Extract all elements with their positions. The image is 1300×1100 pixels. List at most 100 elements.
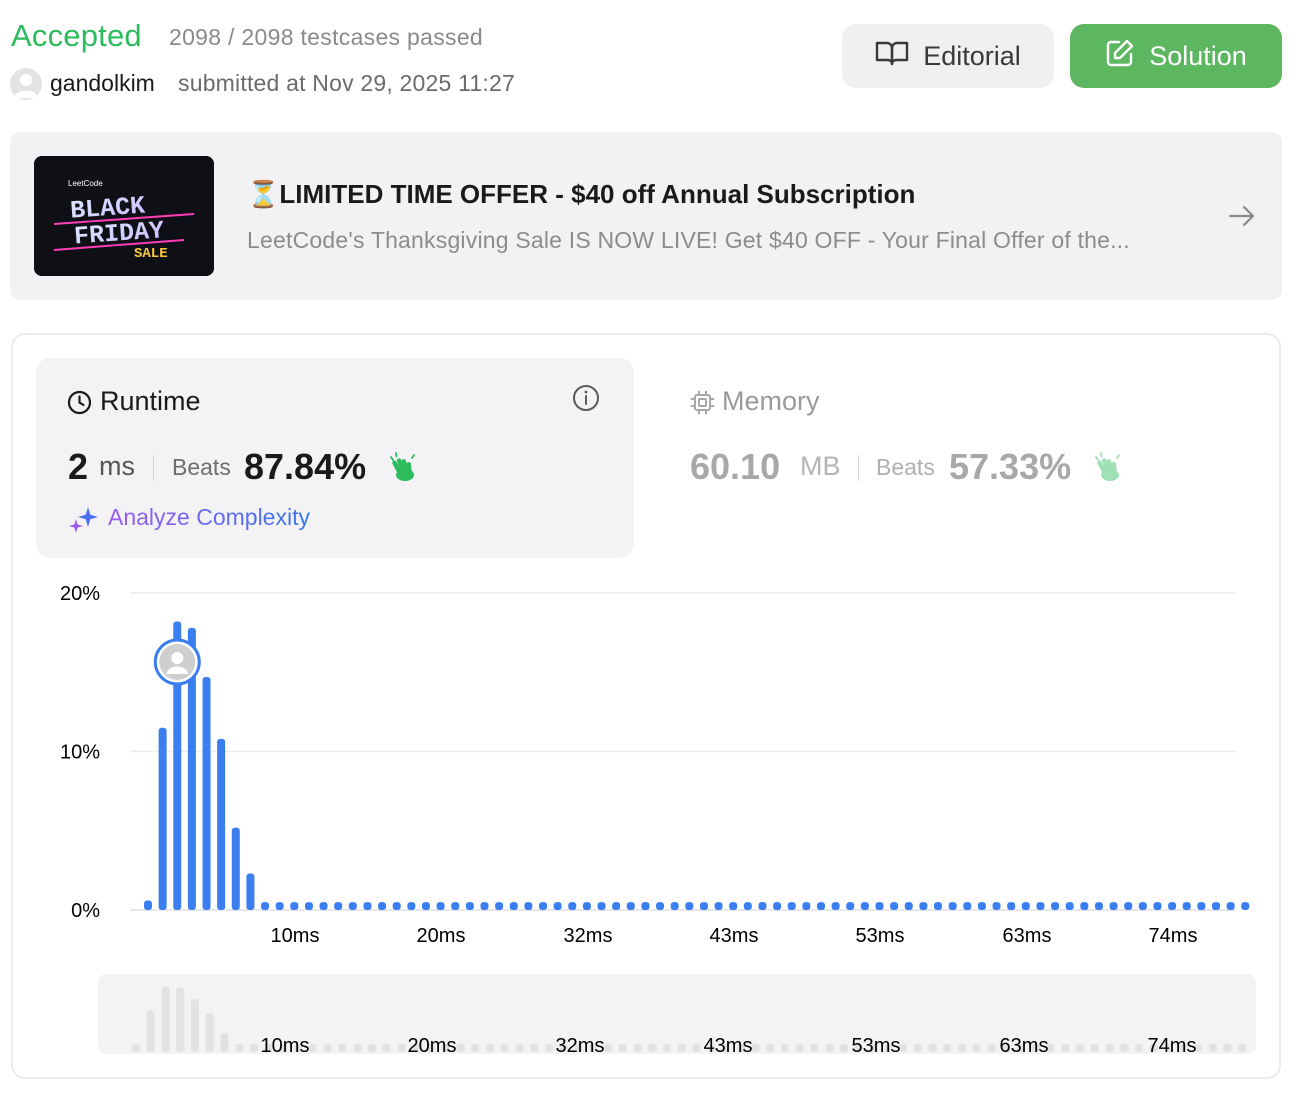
runtime-bar[interactable] [1211,902,1220,910]
runtime-bar[interactable] [1241,902,1250,910]
runtime-bar[interactable] [729,902,738,910]
runtime-bar[interactable] [685,902,694,910]
runtime-unit: ms [99,451,135,481]
runtime-bar[interactable] [670,902,679,910]
runtime-bar[interactable] [1197,902,1206,910]
runtime-bar[interactable] [904,902,913,910]
runtime-bar[interactable] [1007,902,1016,910]
runtime-bar[interactable] [334,902,343,910]
arrow-right-icon[interactable] [1226,200,1258,237]
runtime-bar[interactable] [378,902,387,910]
memory-tab[interactable]: Memory [722,386,820,417]
runtime-bar[interactable] [495,902,504,910]
username[interactable]: gandolkim [50,70,155,97]
runtime-bar[interactable] [568,902,577,910]
overview-chart[interactable]: 10ms 20ms 32ms 43ms 53ms 63ms 74ms [0,970,1300,1060]
runtime-bar[interactable] [1109,902,1118,910]
runtime-bar[interactable] [656,902,665,910]
promo-title[interactable]: ⏳LIMITED TIME OFFER - $40 off Annual Sub… [247,179,915,210]
runtime-bar[interactable] [319,902,328,910]
user-position-marker[interactable] [153,638,201,686]
runtime-bar[interactable] [1226,902,1235,910]
runtime-bar[interactable] [1124,902,1133,910]
divider [858,455,859,481]
runtime-bar[interactable] [992,902,1001,910]
runtime-bar[interactable] [407,902,416,910]
runtime-bar[interactable] [1168,902,1177,910]
runtime-bar[interactable] [158,727,167,910]
runtime-bar[interactable] [977,902,986,910]
runtime-bar[interactable] [1182,902,1191,910]
runtime-bar[interactable] [948,902,957,910]
runtime-bar[interactable] [524,902,533,910]
runtime-bar[interactable] [875,902,884,910]
runtime-bar[interactable] [758,902,767,910]
runtime-bar[interactable] [436,902,445,910]
runtime-bar[interactable] [144,900,152,910]
overview-bar [456,1044,465,1052]
runtime-bar[interactable] [465,902,474,910]
runtime-bar[interactable] [612,902,621,910]
runtime-bar[interactable] [890,902,899,910]
runtime-bar[interactable] [217,738,226,910]
runtime-bar[interactable] [509,902,518,910]
runtime-bar[interactable] [860,902,869,910]
runtime-bar[interactable] [787,902,796,910]
memory-beats-value: 57.33% [949,446,1072,487]
runtime-bar[interactable] [275,902,284,910]
runtime-value: 2 [68,446,89,487]
overview-bar [205,1013,214,1052]
runtime-bar[interactable] [1138,902,1147,910]
runtime-bar[interactable] [699,902,708,910]
promo-brand: LeetCode [68,179,103,188]
runtime-bar[interactable] [846,902,855,910]
runtime-bar[interactable] [451,902,460,910]
runtime-bar[interactable] [304,902,313,910]
runtime-bar[interactable] [480,902,489,910]
x-tick-label: 20ms [417,925,466,947]
overview-bar [781,1044,789,1052]
runtime-bar[interactable] [963,902,972,910]
runtime-bar[interactable] [553,902,562,910]
runtime-bar[interactable] [802,902,811,910]
runtime-bar[interactable] [714,902,723,910]
runtime-bar[interactable] [934,902,943,910]
runtime-bar[interactable] [597,902,606,910]
runtime-bar[interactable] [626,902,635,910]
runtime-bar[interactable] [1021,902,1030,910]
runtime-bar[interactable] [773,902,782,910]
runtime-bar[interactable] [392,902,401,910]
runtime-bar[interactable] [1036,902,1045,910]
overview-bar [235,1043,244,1052]
runtime-bar[interactable] [246,873,255,910]
runtime-bar[interactable] [1051,902,1060,910]
runtime-bar[interactable] [831,902,840,910]
runtime-bar[interactable] [202,677,211,910]
overview-bar [810,1044,819,1052]
solution-button[interactable]: Solution [1070,24,1282,88]
editorial-button[interactable]: Editorial [842,24,1054,88]
overview-bar [1223,1044,1232,1052]
runtime-bar[interactable] [539,902,548,910]
info-icon[interactable] [572,384,600,417]
runtime-bar[interactable] [919,902,928,910]
overview-bar [530,1044,539,1052]
runtime-bar[interactable] [1080,902,1089,910]
analyze-complexity-link[interactable]: Analyze Complexity [108,504,310,531]
runtime-bar[interactable] [743,902,752,910]
runtime-bar[interactable] [641,902,650,910]
runtime-bar[interactable] [816,902,825,910]
runtime-bar[interactable] [290,902,299,910]
runtime-bar[interactable] [421,902,430,910]
runtime-bar[interactable] [1065,902,1074,910]
runtime-bar[interactable] [348,902,357,910]
runtime-bar[interactable] [231,827,240,910]
runtime-bar[interactable] [1094,902,1103,910]
runtime-bar[interactable] [363,902,372,910]
runtime-bar[interactable] [261,902,270,910]
avatar[interactable] [10,68,42,100]
runtime-bar[interactable] [1153,902,1162,910]
divider [153,455,154,481]
runtime-distribution-chart[interactable]: 10ms 20ms 32ms 43ms 53ms 63ms 74ms 20% 10% 0% [0,570,1300,960]
runtime-bar[interactable] [582,902,591,910]
